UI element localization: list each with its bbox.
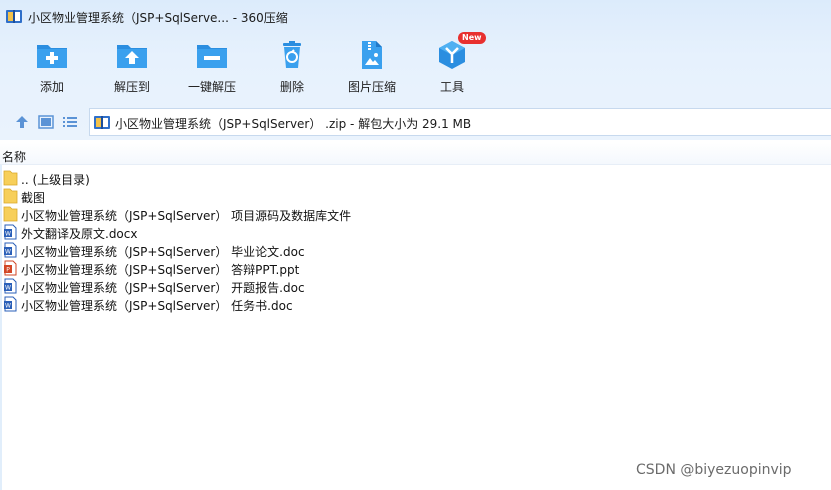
powerpoint-document-icon: P xyxy=(4,260,17,276)
up-arrow-icon[interactable] xyxy=(12,112,32,132)
list-item[interactable]: W 小区物业管理系统（JSP+SqlServer） 毕业论文.doc xyxy=(0,241,831,259)
image-compress-button[interactable]: 图片压缩 xyxy=(334,36,410,98)
one-click-extract-icon xyxy=(197,45,227,68)
svg-text:W: W xyxy=(5,231,11,238)
address-text: 小区物业管理系统（JSP+SqlServer） .zip - 解包大小为 29.… xyxy=(115,117,472,131)
toolbar: 添加 解压到 一键解压 删除 图片压缩 New 工具 xyxy=(0,32,831,98)
delete-button[interactable]: 删除 xyxy=(254,36,330,98)
word-document-icon: W xyxy=(4,278,17,294)
archive-file-icon xyxy=(94,116,110,129)
list-header: 名称 xyxy=(0,143,831,165)
extract-to-icon xyxy=(117,45,147,68)
one-click-extract-button[interactable]: 一键解压 xyxy=(174,36,250,98)
list-item[interactable]: 截图 xyxy=(0,187,831,205)
word-document-icon: W xyxy=(4,224,17,240)
extract-to-button[interactable]: 解压到 xyxy=(94,36,170,98)
add-label: 添加 xyxy=(39,80,64,94)
address-bar[interactable]: 小区物业管理系统（JSP+SqlServer） .zip - 解包大小为 29.… xyxy=(89,108,831,136)
title-bar: 小区物业管理系统（JSP+SqlServe... - 360压缩 xyxy=(0,0,831,32)
window-title: 小区物业管理系统（JSP+SqlServe... - 360压缩 xyxy=(28,11,288,25)
word-document-icon: W xyxy=(4,296,17,312)
tools-icon xyxy=(439,41,465,69)
one-click-extract-label: 一键解压 xyxy=(187,80,236,94)
word-document-icon: W xyxy=(4,242,17,258)
extract-to-label: 解压到 xyxy=(113,80,150,94)
image-compress-label: 图片压缩 xyxy=(347,80,396,94)
svg-text:P: P xyxy=(6,267,10,274)
delete-label: 删除 xyxy=(279,80,304,94)
column-header-name[interactable]: 名称 xyxy=(2,148,26,165)
svg-text:W: W xyxy=(5,303,11,310)
new-badge: New xyxy=(458,32,486,44)
file-list: .. (上级目录) 截图 小区物业管理系统（JSP+SqlServer） 项目源… xyxy=(0,169,831,313)
folder-icon xyxy=(3,206,18,222)
svg-text:W: W xyxy=(5,249,11,256)
list-item[interactable]: P 小区物业管理系统（JSP+SqlServer） 答辩PPT.ppt xyxy=(0,259,831,277)
archive-app-icon xyxy=(6,10,22,23)
list-item[interactable]: 小区物业管理系统（JSP+SqlServer） 项目源码及数据库文件 xyxy=(0,205,831,223)
list-item[interactable]: .. (上级目录) xyxy=(0,169,831,187)
trash-icon xyxy=(283,41,301,68)
navigation-controls xyxy=(8,112,88,132)
tools-label: 工具 xyxy=(439,80,464,94)
list-item[interactable]: W 小区物业管理系统（JSP+SqlServer） 任务书.doc xyxy=(0,295,831,313)
tools-button[interactable]: New 工具 xyxy=(414,32,490,98)
watermark: CSDN @biyezuopinvip xyxy=(636,462,792,478)
add-button[interactable]: 添加 xyxy=(14,36,90,98)
image-compress-icon xyxy=(362,41,382,69)
thumbnail-view-icon[interactable] xyxy=(36,112,56,132)
folder-icon xyxy=(3,188,18,204)
list-item[interactable]: W 小区物业管理系统（JSP+SqlServer） 开题报告.doc xyxy=(0,277,831,295)
list-item[interactable]: W 外文翻译及原文.docx xyxy=(0,223,831,241)
add-folder-icon xyxy=(37,45,67,68)
list-view-icon[interactable] xyxy=(60,112,80,132)
svg-text:W: W xyxy=(5,285,11,292)
folder-icon xyxy=(3,170,18,186)
